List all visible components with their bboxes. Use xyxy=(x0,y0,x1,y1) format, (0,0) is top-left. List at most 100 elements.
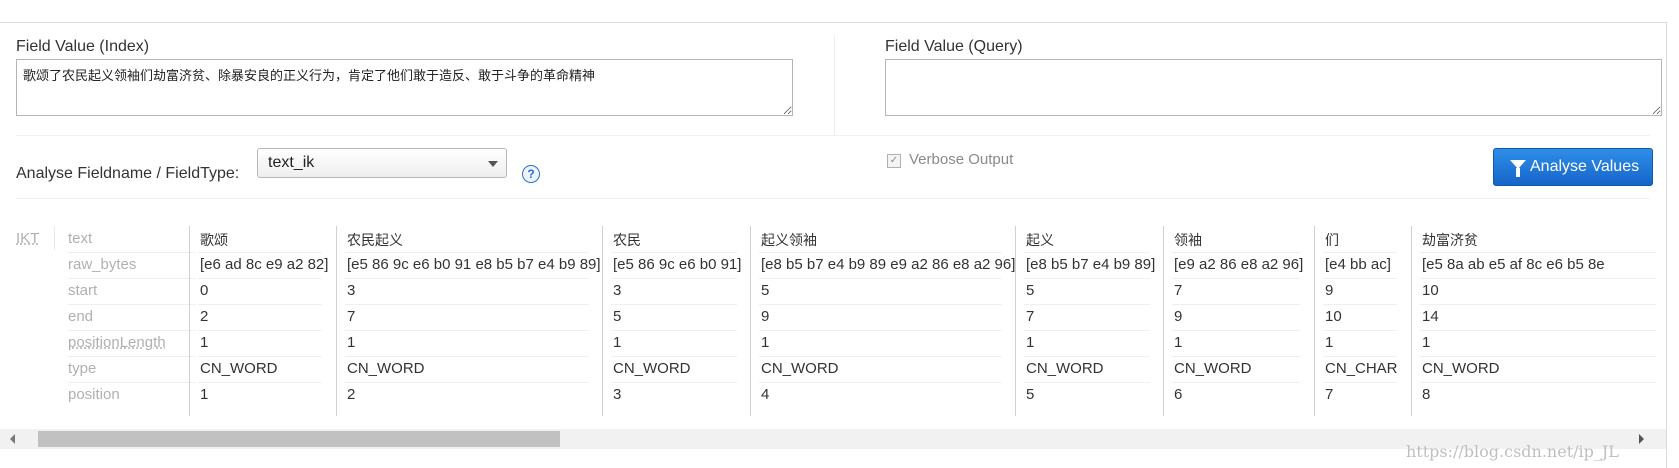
token-positionlength: 1 xyxy=(347,334,356,351)
cell-divider xyxy=(1172,330,1300,331)
column-divider xyxy=(834,36,835,136)
row-label-start: start xyxy=(68,282,98,299)
token-raw_bytes: [e6 ad 8c e9 a2 82] xyxy=(200,256,329,273)
row-label-position: position xyxy=(68,386,120,403)
token-column: 起义 [e8 b5 b7 e4 b9 89] 5 7 1 CN_WORD 5 xyxy=(1015,226,1156,416)
token-start: 5 xyxy=(761,282,770,299)
token-text: 起义领袖 xyxy=(761,233,817,249)
cell-divider xyxy=(1172,252,1300,253)
token-position: 1 xyxy=(200,386,209,403)
cell-divider xyxy=(1420,382,1656,383)
token-column: 歌颂 [e6 ad 8c e9 a2 82] 0 2 1 CN_WORD 1 xyxy=(189,226,328,416)
help-icon[interactable]: ? xyxy=(522,165,540,183)
scroll-left-icon[interactable] xyxy=(10,434,15,444)
token-text: 起义 xyxy=(1026,233,1054,249)
cell-divider xyxy=(1172,382,1300,383)
token-positionlength: 1 xyxy=(613,334,622,351)
row-label-positionlength[interactable]: positionLength xyxy=(68,334,166,351)
cell-divider xyxy=(611,330,737,331)
cell-divider xyxy=(1420,304,1656,305)
cell-divider xyxy=(1024,252,1150,253)
cell-divider xyxy=(1323,252,1397,253)
analyse-values-button[interactable]: Analyse Values xyxy=(1493,148,1653,186)
token-end: 7 xyxy=(1026,308,1035,325)
token-start: 3 xyxy=(613,282,622,299)
row-divider xyxy=(68,356,196,357)
token-end: 5 xyxy=(613,308,622,325)
cell-divider xyxy=(759,382,1002,383)
checkbox-checked-icon[interactable]: ✓ xyxy=(887,154,901,168)
index-field-input[interactable]: 歌颂了农民起义领袖们劫富济贫、除暴安良的正义行为，肯定了他们敢于造反、敢于斗争的… xyxy=(16,59,793,116)
cell-divider xyxy=(345,304,589,305)
token-start: 5 xyxy=(1026,282,1035,299)
row-label-end: end xyxy=(68,308,94,325)
cell-divider xyxy=(1323,278,1397,279)
token-raw_bytes: [e8 b5 b7 e4 b9 89] xyxy=(1026,256,1156,273)
cell-divider xyxy=(611,304,737,305)
token-type: CN_WORD xyxy=(1026,360,1104,377)
token-end: 2 xyxy=(200,308,209,325)
cell-divider xyxy=(198,382,322,383)
cell-divider xyxy=(1420,356,1656,357)
token-end: 9 xyxy=(761,308,770,325)
cell-divider xyxy=(1323,330,1397,331)
token-start: 3 xyxy=(347,282,356,299)
scrollbar-thumb[interactable] xyxy=(38,431,560,447)
cell-divider xyxy=(611,252,737,253)
cell-divider xyxy=(198,330,322,331)
cell-divider xyxy=(1172,356,1300,357)
analysis-results-table: IKT text raw_bytes start end positionLength t… xyxy=(16,222,1662,422)
fieldtype-select[interactable]: text_ik xyxy=(257,148,507,178)
token-start: 10 xyxy=(1422,282,1439,299)
token-text: 农民起义 xyxy=(347,233,403,249)
token-type: CN_WORD xyxy=(1174,360,1252,377)
cell-divider xyxy=(198,278,322,279)
cell-divider xyxy=(611,278,737,279)
cell-divider xyxy=(345,382,589,383)
cell-divider xyxy=(611,382,737,383)
scroll-right-icon[interactable] xyxy=(1639,434,1644,444)
query-field-label: Field Value (Query) xyxy=(885,38,1023,55)
analyzer-abbr[interactable]: IKT xyxy=(16,230,39,247)
token-position: 7 xyxy=(1325,386,1334,403)
cell-divider xyxy=(759,252,1002,253)
row-divider xyxy=(68,278,196,279)
token-positionlength: 1 xyxy=(200,334,209,351)
query-field-input[interactable] xyxy=(885,59,1662,116)
analyse-values-label: Analyse Values xyxy=(1530,158,1640,175)
cell-divider xyxy=(1024,330,1150,331)
funnel-icon xyxy=(1510,160,1526,177)
cell-divider xyxy=(759,356,1002,357)
token-end: 7 xyxy=(347,308,356,325)
token-text: 劫富济贫 xyxy=(1422,233,1478,249)
analyzer-separator xyxy=(54,226,55,250)
analyse-fieldname-label: Analyse Fieldname / FieldType: xyxy=(16,165,240,182)
cell-divider xyxy=(198,304,322,305)
cell-divider xyxy=(345,356,589,357)
token-type: CN_WORD xyxy=(613,360,691,377)
token-type: CN_CHAR xyxy=(1325,360,1398,377)
token-end: 9 xyxy=(1174,308,1183,325)
cell-divider xyxy=(1024,304,1150,305)
row-label-raw_bytes: raw_bytes xyxy=(68,256,137,273)
token-start: 7 xyxy=(1174,282,1183,299)
token-position: 8 xyxy=(1422,386,1431,403)
cell-divider xyxy=(1420,252,1656,253)
verbose-output-toggle[interactable]: ✓ Verbose Output xyxy=(887,151,1013,168)
row-label-text: text xyxy=(68,230,93,247)
cell-divider xyxy=(1172,278,1300,279)
token-raw_bytes: [e9 a2 86 e8 a2 96] xyxy=(1174,256,1304,273)
cell-divider xyxy=(1024,278,1150,279)
cell-divider xyxy=(198,356,322,357)
token-column: 农民起义 [e5 86 9c e6 b0 91 e8 b5 b7 e4 b9 89… xyxy=(336,226,601,416)
cell-divider xyxy=(1323,356,1397,357)
row-divider xyxy=(68,252,196,253)
cell-divider xyxy=(1323,304,1397,305)
token-column: 农民 [e5 86 9c e6 b0 91] 3 5 1 CN_WORD 3 xyxy=(602,226,743,416)
cell-divider xyxy=(1024,382,1150,383)
token-position: 2 xyxy=(347,386,356,403)
token-column: 劫富济贫 [e5 8a ab e5 af 8c e6 b5 8e 10 14 1 CN_W… xyxy=(1411,226,1662,416)
fieldtype-selected-value: text_ik xyxy=(268,154,315,171)
cell-divider xyxy=(759,304,1002,305)
row-divider xyxy=(68,330,196,331)
